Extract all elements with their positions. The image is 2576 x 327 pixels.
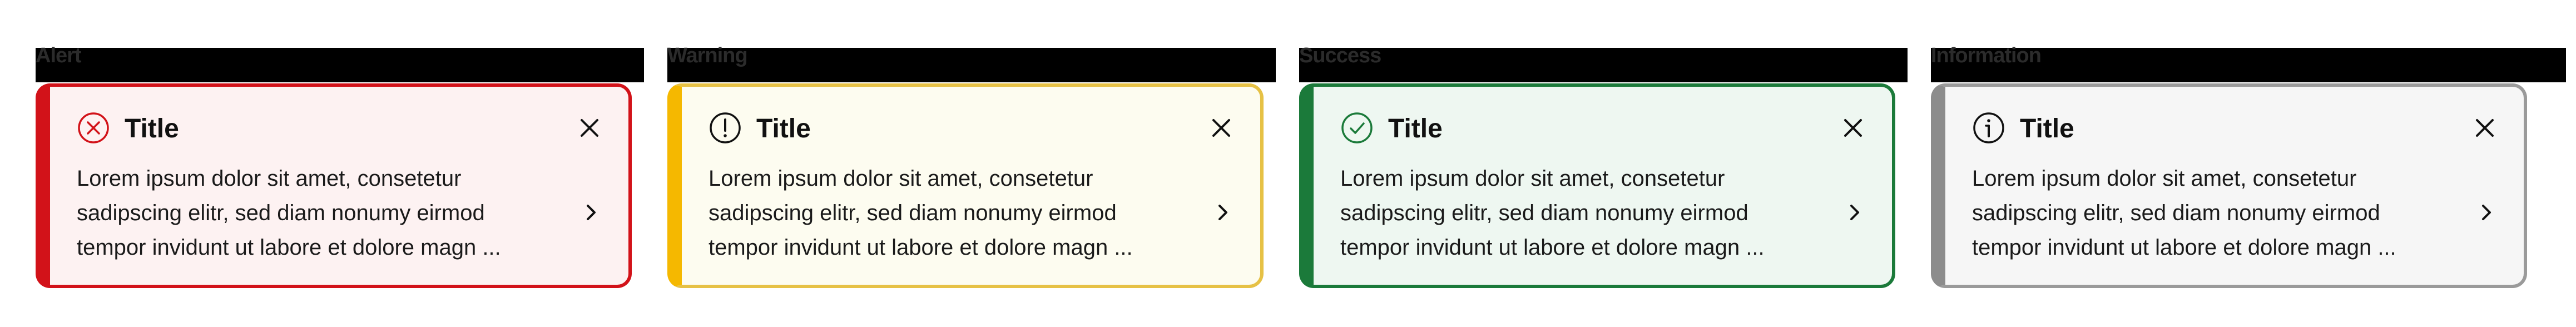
close-icon[interactable] (577, 116, 602, 140)
group-label: Success (1299, 44, 1381, 67)
notification-title: Title (2020, 114, 2074, 143)
chevron-right-icon[interactable] (2477, 201, 2496, 224)
notification-title: Title (1388, 114, 1443, 143)
group-frame-bar (36, 48, 644, 82)
notification-title: Title (125, 114, 179, 143)
notification-body: Lorem ipsum dolor sit amet, consetetur s… (1340, 166, 1765, 260)
info-circle-icon (1972, 111, 2005, 145)
chevron-right-icon[interactable] (1213, 201, 1232, 224)
exclamation-circle-icon (709, 111, 742, 145)
notification-card-warning: Title Lorem ipsum dolor sit amet, conset… (667, 83, 1264, 288)
notification-body: Lorem ipsum dolor sit amet, consetetur s… (77, 166, 501, 260)
notification-group-warning: Warning Title Lorem ipsum dolor sit amet… (632, 0, 1276, 327)
chevron-right-icon[interactable] (582, 201, 601, 224)
notification-card-alert: Title Lorem ipsum dolor sit amet, conset… (36, 83, 632, 288)
group-label: Alert (36, 44, 82, 67)
notification-group-alert: Alert Title Lorem ipsum dolor sit amet, … (0, 0, 644, 327)
notification-body: Lorem ipsum dolor sit amet, consetetur s… (1972, 166, 2396, 260)
x-circle-icon (77, 111, 110, 145)
group-label: Warning (667, 44, 748, 67)
group-label: Information (1931, 44, 2042, 67)
notification-group-success: Success Title Lorem ipsum dolor sit amet… (1264, 0, 1908, 327)
notification-card-success: Title Lorem ipsum dolor sit amet, conset… (1299, 83, 1895, 288)
group-frame-bar (667, 48, 1276, 82)
close-icon[interactable] (2473, 116, 2497, 140)
notification-card-info: Title Lorem ipsum dolor sit amet, conset… (1931, 83, 2527, 288)
group-frame-bar (1299, 48, 1908, 82)
notification-title: Title (756, 114, 811, 143)
notification-body: Lorem ipsum dolor sit amet, consetetur s… (709, 166, 1133, 260)
close-icon[interactable] (1209, 116, 1233, 140)
chevron-right-icon[interactable] (1845, 201, 1864, 224)
notification-group-info: Information Title Lorem ipsum dolor sit … (1895, 0, 2566, 327)
check-circle-icon (1340, 111, 1374, 145)
close-icon[interactable] (1841, 116, 1865, 140)
